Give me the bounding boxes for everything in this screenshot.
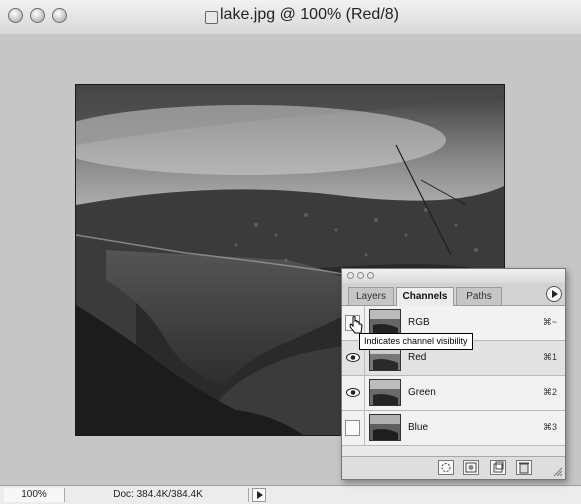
eye-icon[interactable] xyxy=(346,353,360,362)
visibility-cell[interactable] xyxy=(342,376,365,410)
load-channel-as-selection-icon[interactable] xyxy=(438,460,454,475)
palette-minimize-button[interactable] xyxy=(357,272,364,279)
trash-icon[interactable] xyxy=(516,460,532,475)
new-channel-icon[interactable] xyxy=(490,460,506,475)
channel-name: Red xyxy=(408,352,427,363)
channel-name: RGB xyxy=(408,317,430,328)
channel-thumbnail xyxy=(369,414,401,441)
channel-thumbnail xyxy=(369,379,401,406)
channel-name: Green xyxy=(408,387,436,398)
palette-zoom-button[interactable] xyxy=(367,272,374,279)
channel-shortcut: ⌘3 xyxy=(542,422,557,432)
hand-cursor-icon xyxy=(349,316,363,334)
channels-palette: Layers Channels Paths RGB ⌘~ Red ⌘1 Gree… xyxy=(341,268,566,480)
palette-close-button[interactable] xyxy=(347,272,354,279)
visibility-toggle[interactable] xyxy=(345,420,360,436)
document-proxy-icon[interactable] xyxy=(205,11,218,24)
document-size-info: Doc: 384.4K/384.4K xyxy=(68,488,249,502)
channel-thumbnail xyxy=(369,309,401,336)
palette-footer xyxy=(342,456,565,479)
zoom-button[interactable] xyxy=(52,8,67,23)
palette-menu-button[interactable] xyxy=(546,286,562,302)
close-button[interactable] xyxy=(8,8,23,23)
channel-row-green[interactable]: Green ⌘2 xyxy=(342,376,565,411)
window-title: lake.jpg @ 100% (Red/8) xyxy=(220,6,399,23)
zoom-level-field[interactable]: 100% xyxy=(4,488,65,502)
eye-icon[interactable] xyxy=(346,388,360,397)
channel-row-blue[interactable]: Blue ⌘3 xyxy=(342,411,565,446)
status-bar: 100% Doc: 384.4K/384.4K xyxy=(0,485,581,504)
palette-tabs: Layers Channels Paths xyxy=(342,283,565,306)
title-bar[interactable]: lake.jpg @ 100% (Red/8) xyxy=(0,0,581,35)
channel-shortcut: ⌘2 xyxy=(542,387,557,397)
palette-title-bar[interactable] xyxy=(342,269,565,284)
channel-list: RGB ⌘~ Red ⌘1 Green ⌘2 Blue ⌘3 xyxy=(342,306,565,446)
tab-channels[interactable]: Channels xyxy=(396,287,454,306)
resize-grip-icon[interactable] xyxy=(553,467,563,477)
channel-name: Blue xyxy=(408,422,429,433)
channel-shortcut: ⌘1 xyxy=(542,352,557,362)
tab-layers[interactable]: Layers xyxy=(348,287,394,305)
tab-paths[interactable]: Paths xyxy=(456,287,502,305)
channel-shortcut: ⌘~ xyxy=(542,317,557,327)
save-selection-as-channel-icon[interactable] xyxy=(463,460,479,475)
status-menu-arrow-icon[interactable] xyxy=(252,488,266,502)
minimize-button[interactable] xyxy=(30,8,45,23)
visibility-tooltip: Indicates channel visibility xyxy=(359,333,473,350)
visibility-cell[interactable] xyxy=(342,411,365,445)
